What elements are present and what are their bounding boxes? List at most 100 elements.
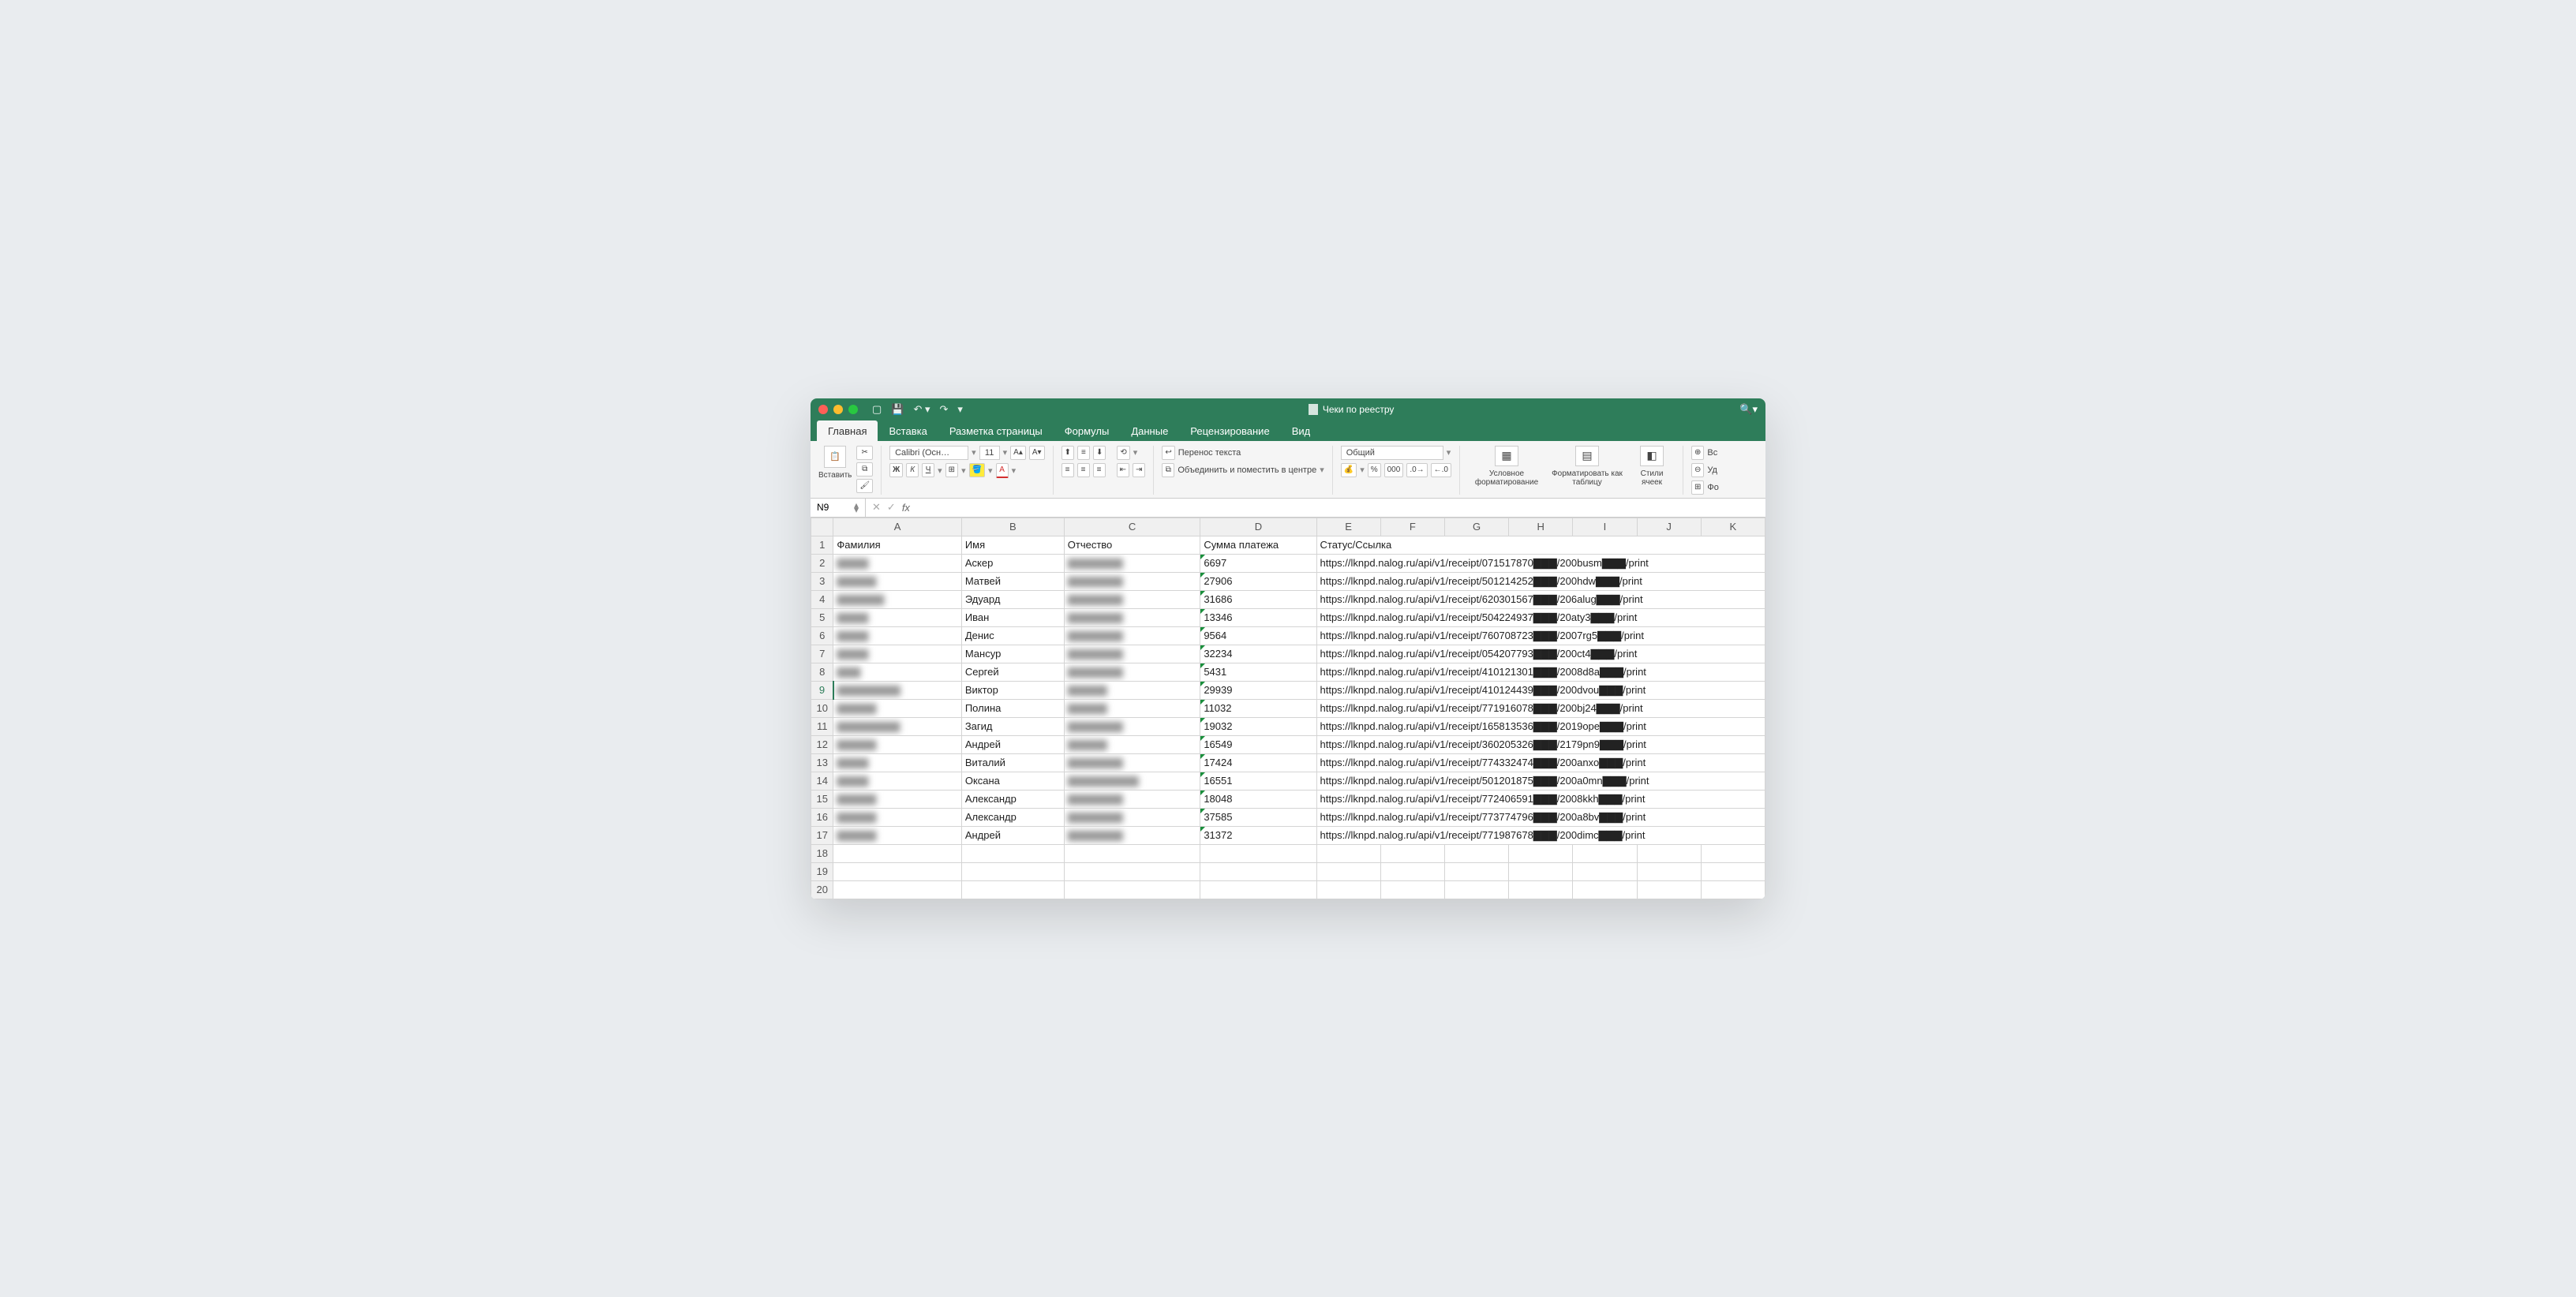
- cell[interactable]: https://lknpd.nalog.ru/api/v1/receipt/16…: [1316, 717, 1765, 735]
- underline-button[interactable]: Ч: [922, 463, 934, 477]
- tab-формулы[interactable]: Формулы: [1054, 420, 1121, 441]
- cell[interactable]: 17424: [1200, 753, 1316, 772]
- cut-button[interactable]: ✂: [856, 446, 873, 460]
- cell[interactable]: Денис: [961, 626, 1064, 645]
- cell[interactable]: [1509, 862, 1573, 880]
- cell[interactable]: Статус/Ссылка: [1316, 536, 1765, 554]
- cell[interactable]: ▇▇▇▇▇: [1064, 735, 1200, 753]
- cell[interactable]: https://lknpd.nalog.ru/api/v1/receipt/50…: [1316, 572, 1765, 590]
- percent-button[interactable]: %: [1368, 463, 1381, 477]
- cell[interactable]: 31372: [1200, 826, 1316, 844]
- select-all-corner[interactable]: [811, 518, 833, 536]
- decrease-decimal-button[interactable]: ←.0: [1431, 463, 1451, 477]
- bold-button[interactable]: Ж: [889, 463, 903, 477]
- cell[interactable]: ▇▇▇▇▇▇▇: [1064, 626, 1200, 645]
- cell[interactable]: [1573, 844, 1637, 862]
- font-family-select[interactable]: Calibri (Осн…: [889, 446, 968, 460]
- cell[interactable]: ▇▇▇▇▇▇▇: [1064, 826, 1200, 844]
- tab-разметка страницы[interactable]: Разметка страницы: [938, 420, 1054, 441]
- cell[interactable]: [1509, 844, 1573, 862]
- row-header[interactable]: 16: [811, 808, 833, 826]
- cell[interactable]: Эдуард: [961, 590, 1064, 608]
- cell-styles-button[interactable]: ◧: [1640, 446, 1664, 466]
- cell[interactable]: [1701, 844, 1765, 862]
- cell[interactable]: Полина: [961, 699, 1064, 717]
- cell[interactable]: ▇▇▇▇▇: [1064, 681, 1200, 699]
- cell[interactable]: ▇▇▇▇: [833, 772, 961, 790]
- cell[interactable]: Виталий: [961, 753, 1064, 772]
- cell[interactable]: ▇▇▇▇▇: [833, 572, 961, 590]
- cell[interactable]: [1444, 880, 1508, 899]
- number-format-select[interactable]: Общий: [1341, 446, 1443, 460]
- cancel-icon[interactable]: ✕: [872, 501, 881, 514]
- delete-cells-button[interactable]: ⊖: [1691, 463, 1704, 477]
- cell[interactable]: Александр: [961, 790, 1064, 808]
- cell[interactable]: https://lknpd.nalog.ru/api/v1/receipt/76…: [1316, 626, 1765, 645]
- align-top-button[interactable]: ⬆: [1061, 446, 1074, 460]
- cell[interactable]: Аскер: [961, 554, 1064, 572]
- cell[interactable]: [1509, 880, 1573, 899]
- cell[interactable]: [1380, 862, 1444, 880]
- row-header[interactable]: 4: [811, 590, 833, 608]
- row-header[interactable]: 2: [811, 554, 833, 572]
- worksheet[interactable]: ABCDEFGHIJK 1ФамилияИмяОтчествоСумма пла…: [811, 518, 1765, 899]
- cell[interactable]: ▇▇▇▇: [833, 645, 961, 663]
- cell[interactable]: ▇▇▇▇▇▇▇▇: [833, 681, 961, 699]
- cell[interactable]: [961, 880, 1064, 899]
- cell[interactable]: Виктор: [961, 681, 1064, 699]
- cell[interactable]: https://lknpd.nalog.ru/api/v1/receipt/62…: [1316, 590, 1765, 608]
- format-painter-button[interactable]: 🖌: [856, 479, 873, 493]
- cell[interactable]: Сергей: [961, 663, 1064, 681]
- row-header[interactable]: 11: [811, 717, 833, 735]
- cell[interactable]: ▇▇▇▇: [833, 626, 961, 645]
- borders-button[interactable]: ⊞: [945, 463, 958, 477]
- col-header-E[interactable]: E: [1316, 518, 1380, 536]
- cell[interactable]: [833, 844, 961, 862]
- cell[interactable]: [1380, 844, 1444, 862]
- col-header-F[interactable]: F: [1380, 518, 1444, 536]
- cell[interactable]: https://lknpd.nalog.ru/api/v1/receipt/41…: [1316, 681, 1765, 699]
- cell[interactable]: ▇▇▇▇▇▇▇: [1064, 608, 1200, 626]
- row-header[interactable]: 12: [811, 735, 833, 753]
- save-icon[interactable]: 💾: [891, 403, 904, 416]
- cell[interactable]: ▇▇▇▇▇: [833, 699, 961, 717]
- cell[interactable]: ▇▇▇▇▇▇▇▇▇: [1064, 772, 1200, 790]
- autosave-icon[interactable]: ▢: [872, 403, 882, 416]
- increase-decimal-button[interactable]: .0→: [1406, 463, 1427, 477]
- fill-color-button[interactable]: 🪣: [969, 463, 985, 477]
- row-header[interactable]: 1: [811, 536, 833, 554]
- cell[interactable]: ▇▇▇▇: [833, 554, 961, 572]
- col-header-C[interactable]: C: [1064, 518, 1200, 536]
- wrap-text-button[interactable]: ↩: [1162, 446, 1174, 460]
- cell[interactable]: [1064, 862, 1200, 880]
- cell[interactable]: [1637, 862, 1701, 880]
- cell[interactable]: https://lknpd.nalog.ru/api/v1/receipt/77…: [1316, 753, 1765, 772]
- cell[interactable]: ▇▇▇▇▇▇▇: [1064, 554, 1200, 572]
- cell[interactable]: Оксана: [961, 772, 1064, 790]
- row-header[interactable]: 5: [811, 608, 833, 626]
- col-header-D[interactable]: D: [1200, 518, 1316, 536]
- cell[interactable]: 11032: [1200, 699, 1316, 717]
- search-icon[interactable]: 🔍▾: [1739, 403, 1758, 416]
- font-size-select[interactable]: 11: [979, 446, 1000, 460]
- col-header-A[interactable]: A: [833, 518, 961, 536]
- cell[interactable]: 32234: [1200, 645, 1316, 663]
- cell[interactable]: ▇▇▇▇▇: [833, 808, 961, 826]
- cell[interactable]: [1444, 862, 1508, 880]
- close-button[interactable]: [818, 405, 828, 414]
- row-header[interactable]: 19: [811, 862, 833, 880]
- row-header[interactable]: 13: [811, 753, 833, 772]
- row-header[interactable]: 8: [811, 663, 833, 681]
- col-header-G[interactable]: G: [1444, 518, 1508, 536]
- cell[interactable]: ▇▇▇▇▇▇▇: [1064, 572, 1200, 590]
- fx-icon[interactable]: fx: [902, 502, 910, 514]
- col-header-I[interactable]: I: [1573, 518, 1637, 536]
- cell[interactable]: Матвей: [961, 572, 1064, 590]
- row-header[interactable]: 6: [811, 626, 833, 645]
- cell[interactable]: [1701, 880, 1765, 899]
- enter-icon[interactable]: ✓: [887, 501, 896, 514]
- insert-cells-button[interactable]: ⊕: [1691, 446, 1704, 460]
- row-header[interactable]: 15: [811, 790, 833, 808]
- cell[interactable]: ▇▇▇▇▇▇▇: [1064, 808, 1200, 826]
- tab-рецензирование[interactable]: Рецензирование: [1179, 420, 1280, 441]
